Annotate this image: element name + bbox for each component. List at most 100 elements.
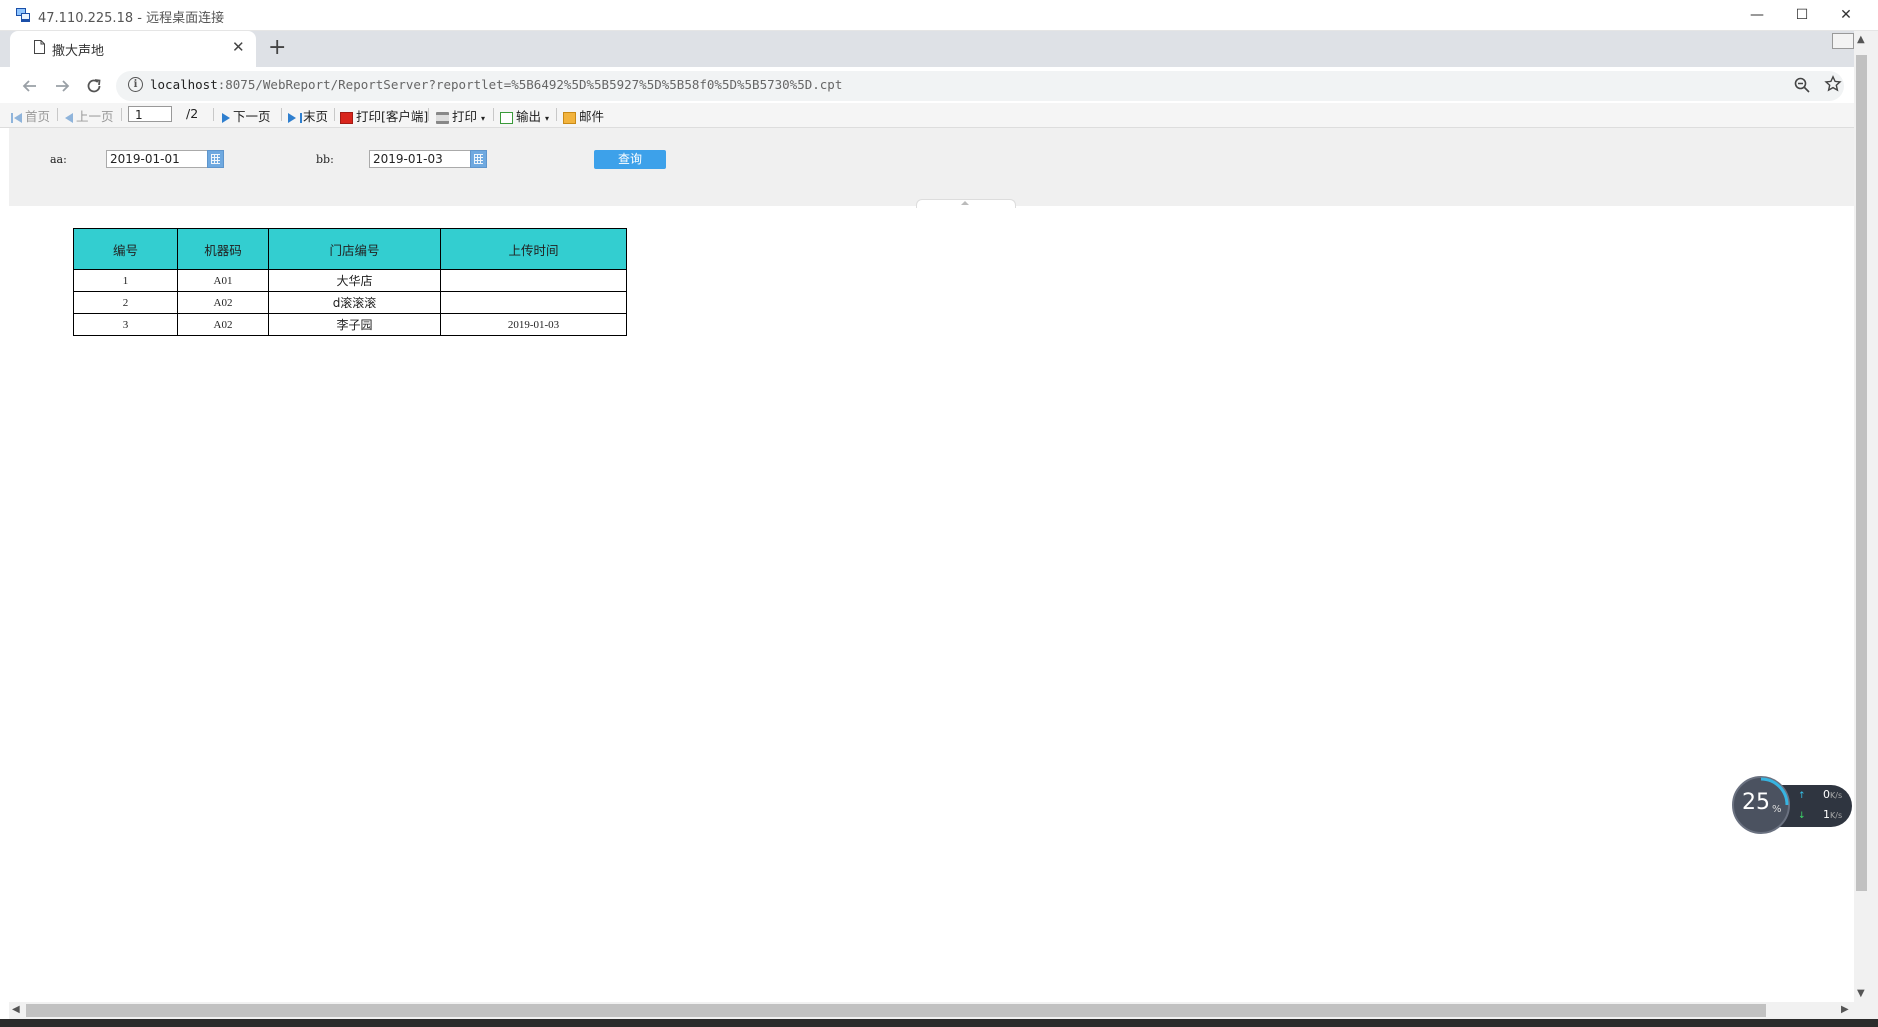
print-client-label: 打印[客户端] xyxy=(356,109,429,124)
report-toolbar xyxy=(0,103,1854,128)
cell-machine-code: A02 xyxy=(177,291,269,314)
toolbar-separator xyxy=(556,108,557,121)
upload-value: 0 xyxy=(1823,788,1831,801)
scroll-left-icon[interactable]: ◀ xyxy=(12,1004,20,1015)
cell-upload-time xyxy=(440,269,627,292)
back-arrow-icon[interactable] xyxy=(20,76,40,96)
download-speed: ↓ 1K/s xyxy=(1798,808,1842,821)
aa-label: aa: xyxy=(50,153,67,166)
browser-tab[interactable]: 撒大声地 ✕ xyxy=(10,31,256,67)
page-number-input[interactable]: 1 xyxy=(128,106,172,122)
toolbar-separator xyxy=(121,108,122,121)
toolbar-separator xyxy=(334,108,335,121)
export-label: 输出 xyxy=(516,109,542,124)
remote-desktop-icon xyxy=(16,8,30,22)
page-icon xyxy=(34,40,45,54)
toolbar-separator xyxy=(493,108,494,121)
maximize-button[interactable]: ☐ xyxy=(1782,4,1822,26)
dropdown-caret-icon: ▾ xyxy=(481,114,486,123)
prev-page-icon xyxy=(65,112,73,123)
first-page-label: 首页 xyxy=(25,109,51,124)
cell-id: 3 xyxy=(73,313,178,336)
last-page-icon xyxy=(288,112,296,123)
toolbar-separator xyxy=(428,108,429,121)
url-host: localhost xyxy=(150,77,218,92)
calendar-icon[interactable] xyxy=(207,150,224,168)
cell-store-id: 大华店 xyxy=(268,269,441,292)
page-total: /2 xyxy=(186,106,199,121)
close-window-button[interactable]: ✕ xyxy=(1826,4,1866,26)
table-row: 1 A01 大华店 xyxy=(73,269,627,292)
cell-machine-code: A02 xyxy=(177,313,269,336)
last-page-button[interactable]: 末页 xyxy=(288,106,328,125)
cpu-usage-value: 25 xyxy=(1742,790,1770,815)
collapse-panel-handle[interactable] xyxy=(916,199,1016,208)
scroll-down-icon[interactable]: ▼ xyxy=(1857,988,1865,999)
site-info-icon[interactable]: i xyxy=(128,77,143,92)
remote-restore-icon[interactable] xyxy=(1832,33,1854,49)
vertical-scrollbar-thumb[interactable] xyxy=(1856,55,1867,891)
printer-icon xyxy=(436,111,449,124)
header-upload-time: 上传时间 xyxy=(440,228,627,270)
parameter-panel xyxy=(9,128,1854,206)
print-dropdown-button[interactable]: 打印 ▾ xyxy=(436,106,485,125)
minimize-button[interactable]: — xyxy=(1737,4,1777,26)
next-page-icon xyxy=(222,112,230,123)
tab-close-icon[interactable]: ✕ xyxy=(232,38,245,56)
download-arrow-icon: ↓ xyxy=(1798,811,1806,821)
last-page-label: 末页 xyxy=(303,109,329,124)
header-machine-code: 机器码 xyxy=(177,228,269,270)
cell-store-id: 李子园 xyxy=(268,313,441,336)
zoom-icon[interactable] xyxy=(1793,76,1811,94)
mail-label: 邮件 xyxy=(579,109,605,124)
upload-unit: K/s xyxy=(1830,791,1843,800)
forward-arrow-icon[interactable] xyxy=(52,76,72,96)
table-row: 2 A02 d滚滚滚 xyxy=(73,291,627,314)
toolbar-separator xyxy=(57,108,58,121)
bookmark-star-icon[interactable] xyxy=(1824,75,1842,93)
download-unit: K/s xyxy=(1830,811,1843,820)
toolbar-separator xyxy=(281,108,282,121)
report-table: 编号 机器码 门店编号 上传时间 1 A01 大华店 2 A02 d滚滚滚 3 … xyxy=(73,228,627,336)
new-tab-button[interactable]: + xyxy=(268,36,286,60)
cell-upload-time xyxy=(440,291,627,314)
scroll-right-icon[interactable]: ▶ xyxy=(1841,1004,1849,1015)
toolbar-separator xyxy=(213,108,214,121)
next-page-button[interactable]: 下一页 xyxy=(222,106,271,125)
pdf-print-icon xyxy=(340,111,353,124)
bb-label: bb: xyxy=(316,153,334,166)
mail-button[interactable]: 邮件 xyxy=(563,106,604,125)
upload-arrow-icon: ↑ xyxy=(1798,791,1806,801)
table-row: 3 A02 李子园 2019-01-03 xyxy=(73,313,627,336)
horizontal-scrollbar-thumb[interactable] xyxy=(26,1004,1766,1017)
dropdown-caret-icon: ▾ xyxy=(545,114,550,123)
download-value: 1 xyxy=(1823,808,1831,821)
prev-page-button[interactable]: 上一页 xyxy=(65,106,114,125)
export-icon xyxy=(500,111,513,124)
print-client-button[interactable]: 打印[客户端] xyxy=(340,106,428,125)
calendar-icon[interactable] xyxy=(470,150,487,168)
query-button[interactable]: 查询 xyxy=(594,150,666,169)
last-page-bar-icon xyxy=(300,112,302,123)
first-page-arrow-icon xyxy=(14,112,22,123)
url-text[interactable]: localhost:8075/WebReport/ReportServer?re… xyxy=(150,77,842,92)
header-store-id: 门店编号 xyxy=(268,228,441,270)
next-page-label: 下一页 xyxy=(233,109,271,124)
first-page-icon xyxy=(11,112,13,123)
export-dropdown-button[interactable]: 输出 ▾ xyxy=(500,106,549,125)
rdp-window-title: 47.110.225.18 - 远程桌面连接 xyxy=(38,11,225,26)
host-taskbar xyxy=(0,1019,1878,1027)
cell-upload-time: 2019-01-03 xyxy=(440,313,627,336)
mail-icon xyxy=(563,111,576,124)
url-path: :8075/WebReport/ReportServer?reportlet=%… xyxy=(217,77,843,92)
prev-page-label: 上一页 xyxy=(76,109,114,124)
cell-id: 2 xyxy=(73,291,178,314)
header-id: 编号 xyxy=(73,228,178,270)
first-page-button[interactable]: 首页 xyxy=(10,106,50,125)
reload-icon[interactable] xyxy=(84,76,104,96)
upload-speed: ↑ 0K/s xyxy=(1798,788,1842,801)
scroll-up-icon[interactable]: ▲ xyxy=(1857,34,1865,45)
cell-id: 1 xyxy=(73,269,178,292)
cell-store-id: d滚滚滚 xyxy=(268,291,441,314)
tab-title: 撒大声地 xyxy=(52,44,105,59)
